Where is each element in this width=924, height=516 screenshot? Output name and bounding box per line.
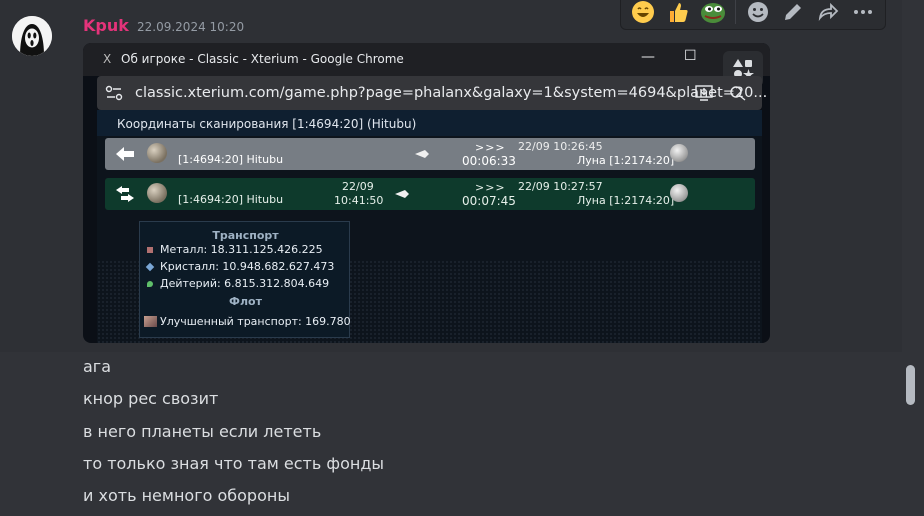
planet-icon	[147, 183, 167, 203]
grinning-emoji-reaction[interactable]	[627, 0, 660, 28]
fleet-duration: 00:06:33	[462, 154, 516, 168]
maximize-icon: ☐	[684, 48, 697, 64]
phalanx-page: Координаты сканирования [1:4694:20] (Hit…	[97, 110, 762, 343]
fleet-arrival-time: 22/09 10:27:57	[518, 180, 603, 193]
reply-icon	[818, 2, 839, 21]
fleet-row-return[interactable]: [1:4694:20] Hitubu >>> 00:06:33 22/09 10…	[105, 138, 755, 170]
fleet-title: Флот	[229, 295, 262, 308]
message-timestamp: 22.09.2024 10:20	[137, 20, 245, 34]
crystal-amount: Кристалл: 10.948.682.627.473	[160, 260, 335, 273]
avatar[interactable]	[12, 16, 52, 56]
fleet-cargo-tooltip: Транспорт Металл: 18.311.125.426.225 Кри…	[139, 221, 351, 338]
moon-icon	[670, 144, 688, 162]
pepe-emoji-reaction[interactable]	[696, 0, 729, 28]
ship-count: Улучшенный транспорт: 169.780	[160, 315, 351, 328]
minimize-icon: —	[641, 49, 655, 65]
browser-title-bar: X Об игроке - Classic - Xterium - Google…	[83, 43, 770, 76]
fleet-row-outgoing[interactable]: [1:4694:20] Hitubu 22/09 10:41:50 >>> 00…	[105, 178, 755, 210]
edit-button[interactable]	[777, 0, 810, 28]
ship-icon	[415, 150, 429, 158]
message-author[interactable]: Kpuk	[83, 16, 129, 35]
message-action-toolbar	[620, 0, 886, 30]
reply-button[interactable]	[812, 0, 845, 28]
message-line-2: кнор рес свозит	[83, 389, 219, 408]
fleet-arrival-time: 22/09 10:26:45	[518, 140, 603, 153]
arrow-left-icon	[116, 147, 134, 161]
moon-icon	[670, 184, 688, 202]
message-line-4: то только зная что там есть фонды	[83, 454, 385, 473]
fleet-direction-arrows: >>>	[475, 141, 506, 154]
deuterium-icon	[147, 281, 153, 287]
pepe-emoji-icon	[700, 3, 725, 23]
transport-ship-icon	[144, 316, 157, 327]
image-attachment[interactable]: X Об игроке - Classic - Xterium - Google…	[83, 43, 770, 343]
toolbar-divider	[735, 0, 737, 24]
chat-scrollbar[interactable]	[906, 365, 915, 405]
fleet-origin[interactable]: [1:4694:20] Hitubu	[178, 153, 283, 166]
add-reaction-icon	[748, 2, 769, 22]
metal-amount: Металл: 18.311.125.426.225	[160, 243, 323, 256]
crystal-icon	[145, 262, 155, 272]
window-title: Об игроке - Classic - Xterium - Google C…	[121, 52, 404, 66]
fleet-start-time: 10:41:50	[334, 194, 384, 207]
ghostface-avatar-icon	[12, 16, 52, 56]
more-button[interactable]	[846, 0, 879, 28]
planet-icon	[147, 143, 167, 163]
url-text: classic.xterium.com/game.php?page=phalan…	[135, 85, 768, 101]
scan-coordinates-title: Координаты сканирования [1:4694:20] (Hit…	[97, 110, 762, 136]
cargo-title: Транспорт	[212, 229, 279, 242]
fleet-target[interactable]: Луна [1:2174:20]	[577, 194, 674, 207]
fleet-duration: 00:07:45	[462, 194, 516, 208]
edit-icon	[785, 4, 802, 20]
fleet-origin[interactable]: [1:4694:20] Hitubu	[178, 193, 283, 206]
metal-icon	[147, 247, 153, 253]
fleet-direction-arrows: >>>	[475, 181, 506, 194]
fleet-start-date: 22/09	[342, 180, 374, 193]
add-reaction-button[interactable]	[742, 0, 775, 28]
message-line-1: ага	[83, 357, 112, 376]
fleet-target[interactable]: Луна [1:2174:20]	[577, 154, 674, 167]
ship-icon	[395, 190, 409, 198]
site-settings-icon	[105, 85, 123, 101]
xterium-logo-icon: X	[103, 52, 112, 66]
grinning-emoji-icon	[632, 1, 655, 23]
thumbs-up-emoji-icon	[670, 3, 688, 22]
address-bar[interactable]: classic.xterium.com/game.php?page=phalan…	[97, 76, 767, 110]
zoom-icon	[730, 86, 746, 101]
deuterium-amount: Дейтерий: 6.815.312.804.649	[160, 277, 330, 290]
message-line-3: в него планеты если лететь	[83, 422, 322, 441]
more-icon	[853, 10, 872, 14]
message-line-5: и хоть немного обороны	[83, 486, 290, 505]
install-app-icon	[695, 85, 713, 101]
arrows-exchange-icon	[116, 186, 134, 202]
thumbs-up-emoji-reaction[interactable]	[662, 0, 695, 28]
